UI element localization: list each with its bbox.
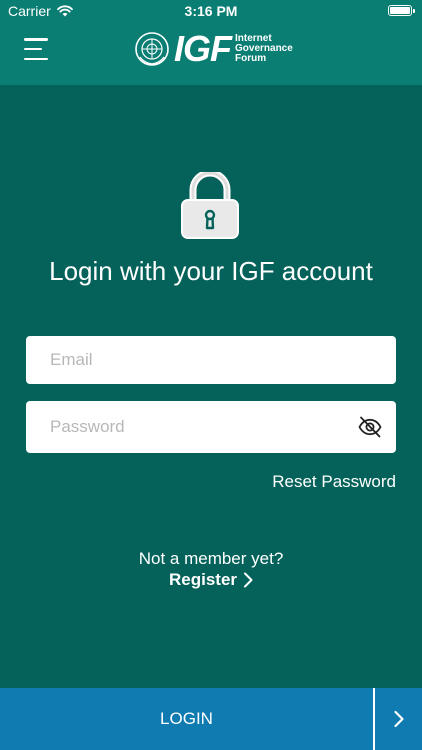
password-input[interactable]	[26, 401, 396, 453]
status-time: 3:16 PM	[184, 3, 238, 19]
login-title: Login with your IGF account	[49, 256, 373, 286]
register-label: Register	[168, 570, 238, 589]
chevron-right-icon	[393, 710, 404, 728]
menu-line	[24, 47, 42, 51]
igf-logo: IGF Internet Governance Forum	[134, 31, 293, 67]
header: Carrier 3:16 PM IGF Internet Governance …	[0, 0, 422, 85]
padlock-icon	[181, 172, 239, 239]
menu-line	[24, 38, 48, 41]
logo-line: Forum	[235, 53, 267, 64]
password-field	[26, 401, 396, 453]
email-input[interactable]	[26, 336, 396, 384]
chevron-right-icon	[244, 572, 253, 588]
status-bar: Carrier 3:16 PM	[0, 0, 422, 22]
menu-line	[24, 57, 48, 60]
un-emblem-icon	[135, 32, 169, 66]
not-member-text: Not a member yet?	[138, 549, 284, 568]
battery-icon	[388, 5, 415, 16]
hamburger-menu-icon[interactable]	[24, 38, 48, 60]
reset-password-link[interactable]: Reset Password	[272, 472, 396, 492]
register-link[interactable]: Register	[0, 570, 422, 590]
logo-wordmark: Internet Governance Forum	[235, 34, 293, 64]
login-arrow-button[interactable]	[375, 688, 422, 750]
eye-slash-icon[interactable]	[358, 415, 382, 439]
login-button[interactable]: LOGIN	[0, 688, 373, 750]
logo-mark: IGF	[174, 28, 232, 69]
battery-level	[390, 7, 410, 14]
login-bar: LOGIN	[0, 688, 422, 750]
login-screen: Carrier 3:16 PM IGF Internet Governance …	[0, 0, 422, 750]
